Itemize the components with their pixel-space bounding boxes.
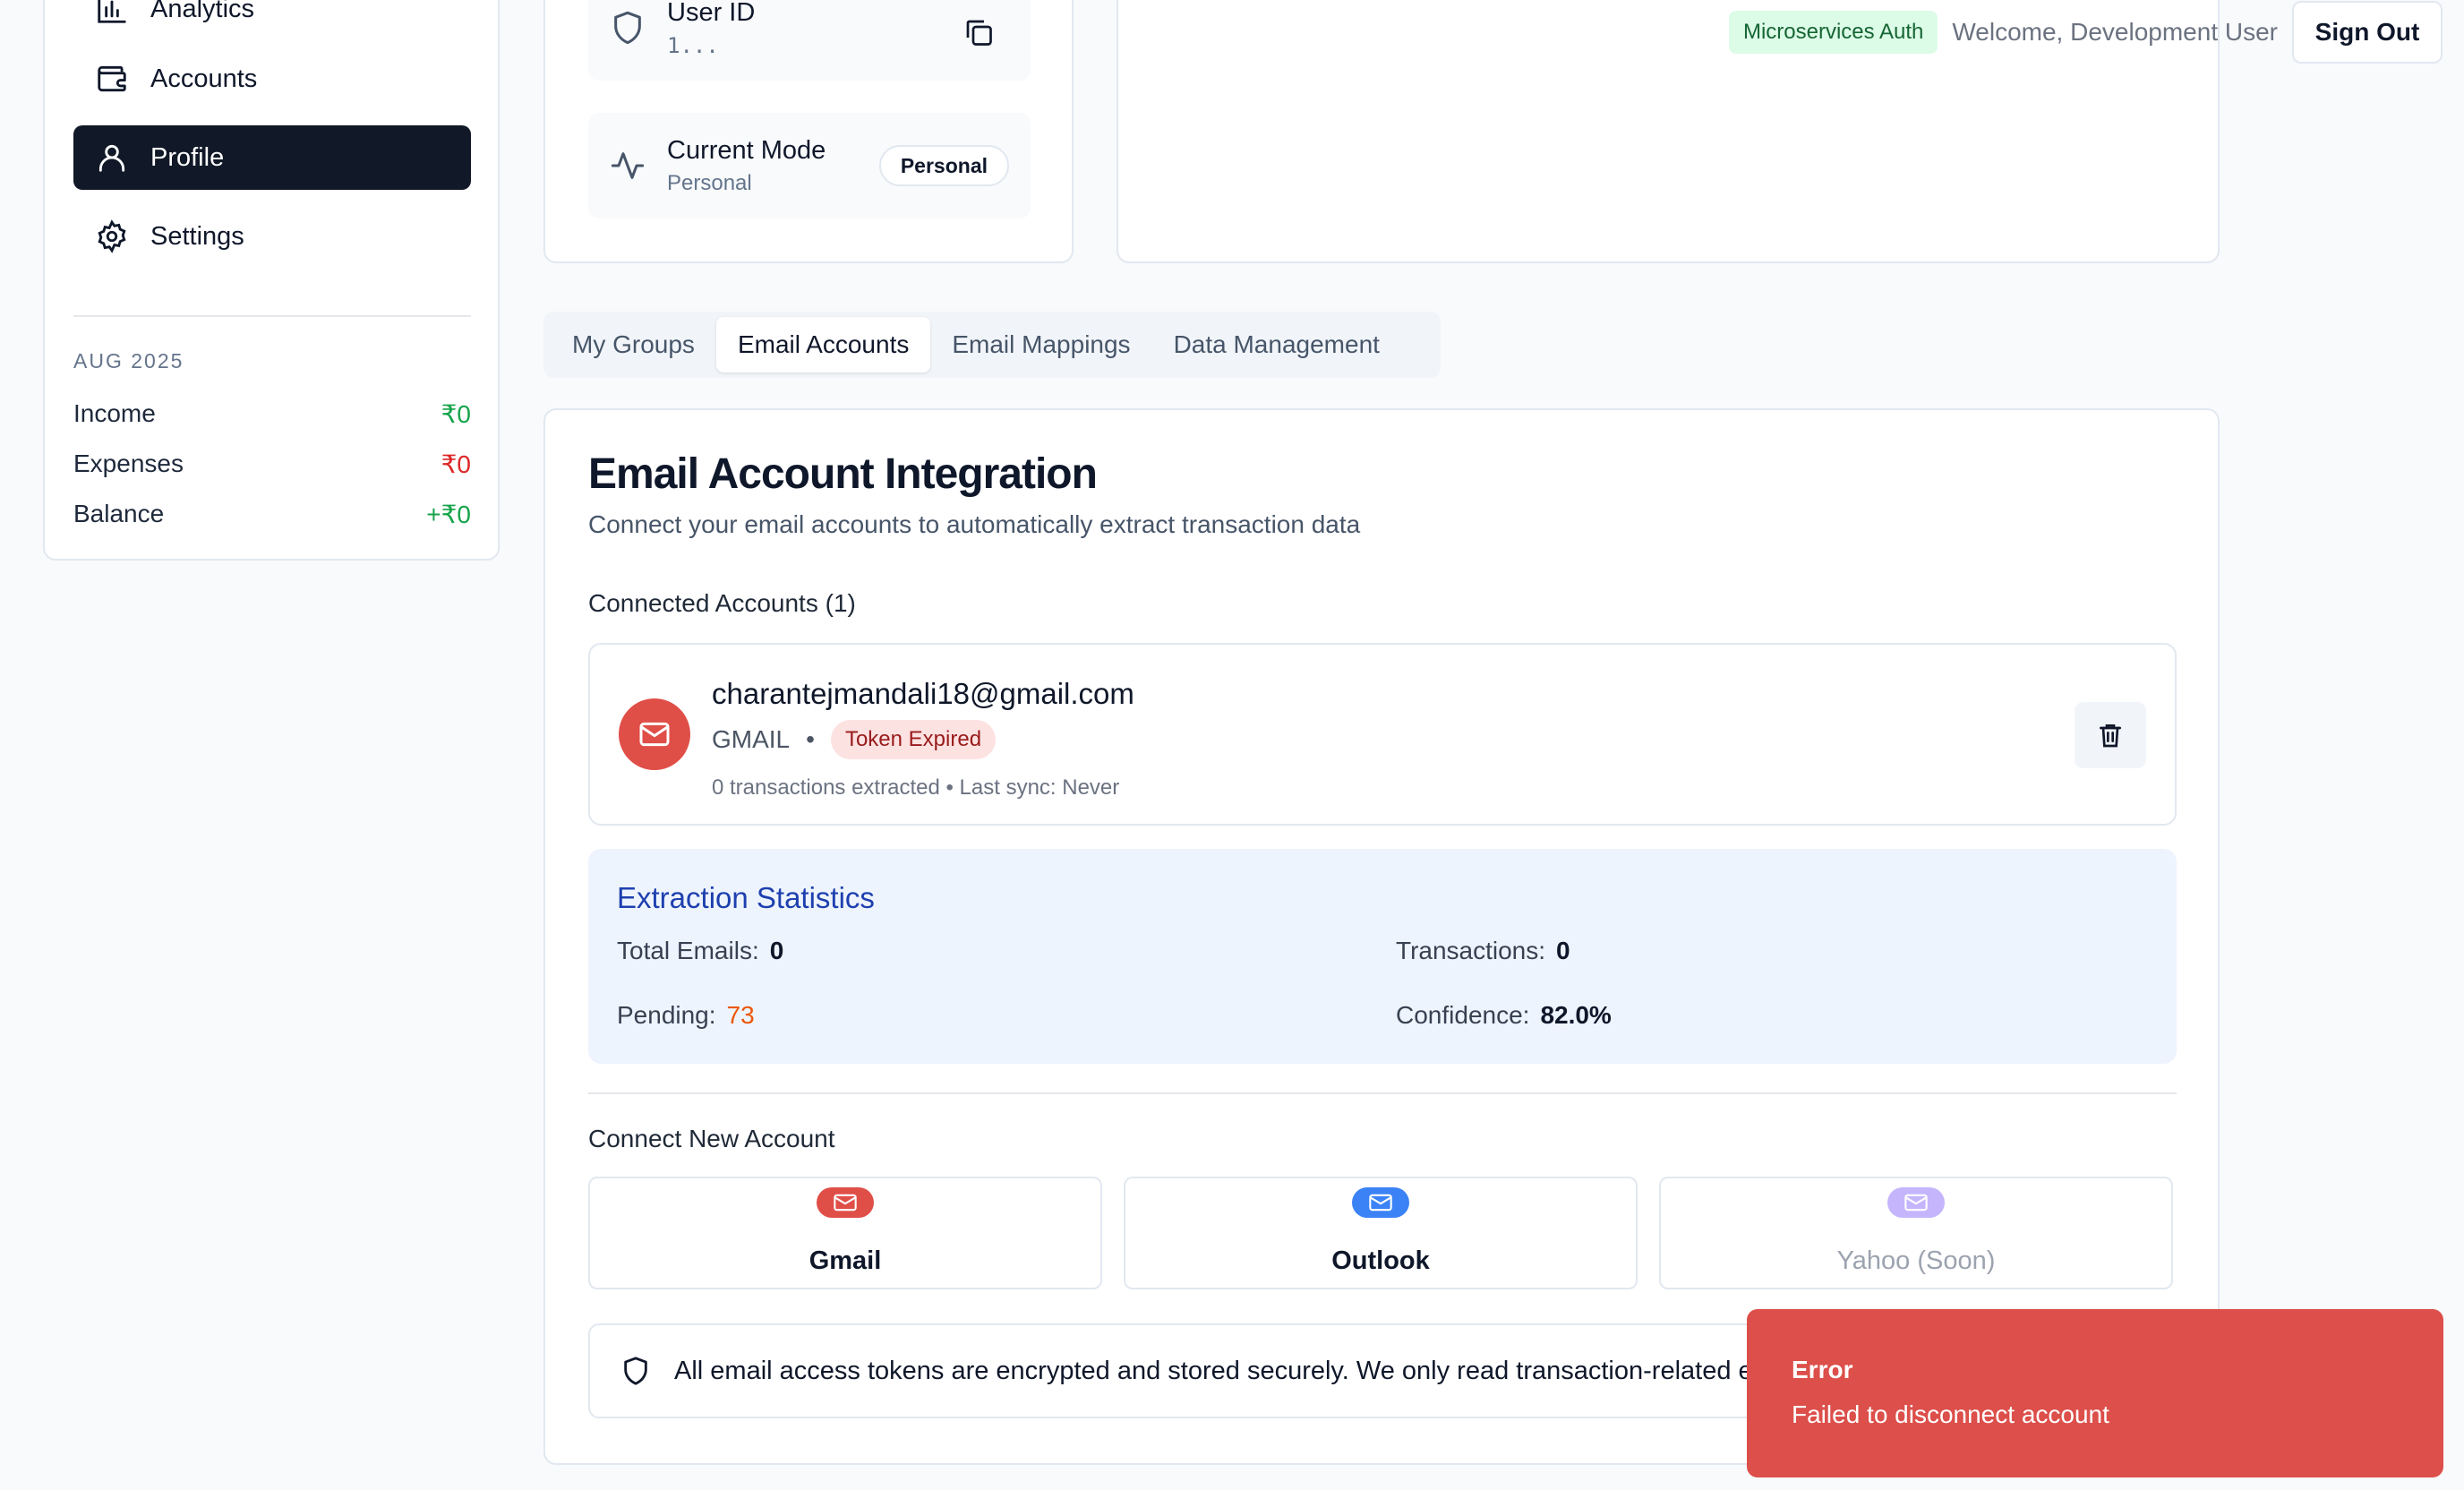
connect-gmail-button[interactable]: Gmail <box>588 1177 1102 1289</box>
summary-label: Income <box>73 399 156 427</box>
profile-card: User ID 1... Current Mode Personal Perso… <box>543 0 1074 263</box>
mode-badge: Personal <box>878 145 1009 186</box>
yahoo-icon <box>1887 1187 1945 1218</box>
sidebar-item-label: Profile <box>150 142 225 172</box>
sidebar-item-label: Analytics <box>150 0 255 23</box>
sidebar: Analytics Accounts Profile Settings AUG … <box>43 0 500 561</box>
tab-my-groups[interactable]: My Groups <box>551 317 716 372</box>
stat-pending: Pending: 73 <box>617 1001 755 1030</box>
page-subtitle: Connect your email accounts to automatic… <box>588 510 1361 538</box>
disconnect-button[interactable] <box>2075 702 2146 768</box>
sidebar-divider <box>73 315 471 317</box>
shield-icon <box>624 1357 647 1385</box>
sidebar-item-analytics[interactable]: Analytics <box>73 0 471 41</box>
wallet-icon <box>98 65 126 92</box>
trash-icon <box>2100 724 2121 748</box>
stat-total-emails: Total Emails: 0 <box>617 937 783 965</box>
connect-yahoo-button: Yahoo (Soon) <box>1659 1177 2173 1289</box>
summary-label: Balance <box>73 500 165 527</box>
bar-chart-icon <box>98 0 126 23</box>
current-mode-box: Current Mode Personal Personal <box>588 113 1031 218</box>
summary-value: ₹0 <box>441 400 471 428</box>
account-provider: GMAIL <box>712 725 791 753</box>
sidebar-item-accounts[interactable]: Accounts <box>73 47 471 111</box>
top-bar: Microservices Auth Welcome, Development … <box>1728 0 2443 64</box>
stat-label: Total Emails: <box>617 937 759 964</box>
meta-separator: • <box>806 725 815 753</box>
stat-confidence: Confidence: 82.0% <box>1396 1001 1612 1030</box>
stat-value: 82.0% <box>1540 1001 1612 1029</box>
connected-accounts-label: Connected Accounts (1) <box>588 589 856 617</box>
stat-label: Transactions: <box>1396 937 1546 964</box>
toast-title: Error <box>1792 1356 1853 1383</box>
toast-message: Failed to disconnect account <box>1792 1400 2109 1428</box>
stat-value: 73 <box>726 1001 755 1029</box>
provider-label: Gmail <box>808 1246 882 1275</box>
month-label: AUG 2025 <box>73 349 184 372</box>
tab-email-accounts[interactable]: Email Accounts <box>715 317 931 372</box>
stat-label: Confidence: <box>1396 1001 1530 1029</box>
user-icon <box>98 144 125 172</box>
stats-title: Extraction Statistics <box>617 881 875 914</box>
mail-icon <box>639 722 670 747</box>
stat-transactions: Transactions: 0 <box>1396 937 1570 965</box>
gmail-icon <box>817 1187 874 1218</box>
outlook-icon <box>1352 1187 1409 1218</box>
email-integration-card: Email Account Integration Connect your e… <box>543 408 2220 1465</box>
tab-data-management[interactable]: Data Management <box>1152 317 1401 372</box>
sidebar-item-profile[interactable]: Profile <box>73 125 471 190</box>
stat-value: 0 <box>1556 937 1570 964</box>
user-id-label: User ID <box>667 0 756 27</box>
gear-icon <box>98 219 126 253</box>
summary-value: +₹0 <box>426 501 471 528</box>
sidebar-item-settings[interactable]: Settings <box>73 204 471 269</box>
shield-icon <box>614 11 641 45</box>
stat-value: 0 <box>769 937 784 964</box>
summary-value: ₹0 <box>441 450 471 478</box>
auth-badge: Microservices Auth <box>1728 11 1938 54</box>
connected-account-row: charantejmandali18@gmail.com GMAIL • Tok… <box>588 643 2177 826</box>
connect-new-label: Connect New Account <box>588 1125 835 1152</box>
summary-income: Income ₹0 <box>73 399 471 429</box>
security-note-text: All email access tokens are encrypted an… <box>674 1356 1821 1385</box>
welcome-text: Welcome, Development User <box>1952 18 2278 46</box>
sign-out-button[interactable]: Sign Out <box>2292 1 2443 64</box>
user-id-box: User ID 1... <box>588 0 1031 81</box>
provider-label: Yahoo (Soon) <box>1836 1246 1996 1275</box>
gmail-avatar <box>619 698 690 770</box>
extraction-stats: Extraction Statistics Total Emails: 0 Tra… <box>588 849 2177 1064</box>
section-divider <box>588 1092 2177 1094</box>
account-email: charantejmandali18@gmail.com <box>712 677 1134 710</box>
tab-email-mappings[interactable]: Email Mappings <box>930 317 1151 372</box>
error-toast[interactable]: Error Failed to disconnect account <box>1747 1309 2443 1477</box>
summary-expenses: Expenses ₹0 <box>73 450 471 479</box>
stat-label: Pending: <box>617 1001 716 1029</box>
tab-bar: My Groups Email Accounts Email Mappings … <box>543 312 1441 378</box>
account-meta: GMAIL • Token Expired <box>712 720 997 759</box>
user-id-value: 1... <box>667 32 719 58</box>
provider-label: Outlook <box>1331 1246 1430 1275</box>
page-title: Email Account Integration <box>588 450 1098 498</box>
summary-balance: Balance +₹0 <box>73 500 471 529</box>
summary-label: Expenses <box>73 450 184 477</box>
connect-outlook-button[interactable]: Outlook <box>1124 1177 1638 1289</box>
mode-value: Personal <box>667 170 752 195</box>
sidebar-item-label: Settings <box>150 221 244 251</box>
activity-icon <box>611 152 645 179</box>
copy-icon[interactable] <box>962 16 995 48</box>
mode-label: Current Mode <box>667 135 826 165</box>
account-sync-info: 0 transactions extracted • Last sync: Ne… <box>712 775 1120 800</box>
status-badge: Token Expired <box>830 720 997 759</box>
sidebar-item-label: Accounts <box>150 64 258 93</box>
